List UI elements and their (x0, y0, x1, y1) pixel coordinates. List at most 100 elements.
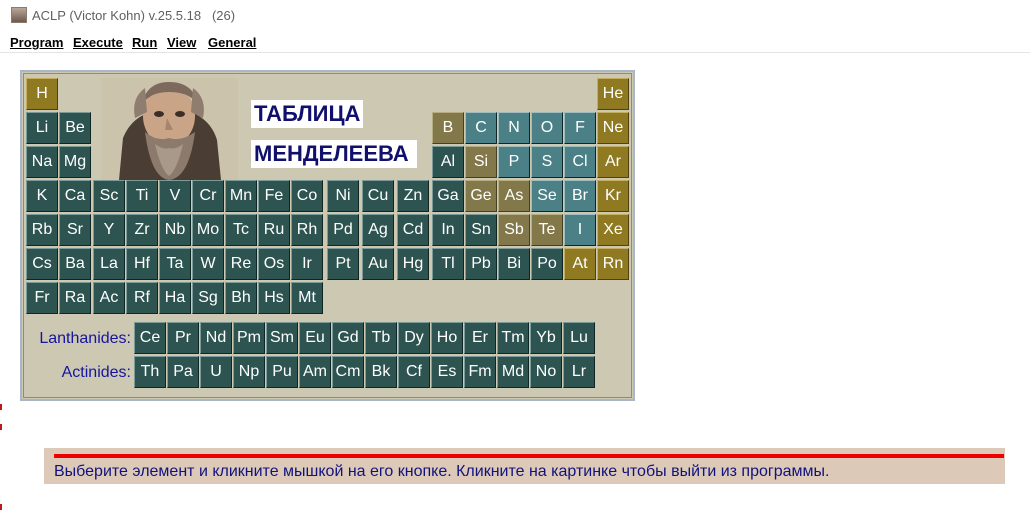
element-button-br[interactable]: Br (564, 180, 596, 212)
element-button-be[interactable]: Be (59, 112, 91, 144)
element-button-ag[interactable]: Ag (362, 214, 394, 246)
element-button-re[interactable]: Re (225, 248, 257, 280)
element-button-ga[interactable]: Ga (432, 180, 464, 212)
element-button-pr[interactable]: Pr (167, 322, 199, 354)
element-button-he[interactable]: He (597, 78, 629, 110)
element-button-nb[interactable]: Nb (159, 214, 191, 246)
element-button-ca[interactable]: Ca (59, 180, 91, 212)
element-button-rb[interactable]: Rb (26, 214, 58, 246)
element-button-hg[interactable]: Hg (397, 248, 429, 280)
element-button-at[interactable]: At (564, 248, 596, 280)
element-button-n[interactable]: N (498, 112, 530, 144)
element-button-cf[interactable]: Cf (398, 356, 430, 388)
element-button-rh[interactable]: Rh (291, 214, 323, 246)
element-button-er[interactable]: Er (464, 322, 496, 354)
element-button-mn[interactable]: Mn (225, 180, 257, 212)
element-button-ni[interactable]: Ni (327, 180, 359, 212)
menu-run[interactable]: Run (132, 35, 157, 50)
element-button-yb[interactable]: Yb (530, 322, 562, 354)
element-button-tm[interactable]: Tm (497, 322, 529, 354)
element-button-in[interactable]: In (432, 214, 464, 246)
element-button-al[interactable]: Al (432, 146, 464, 178)
element-button-cs[interactable]: Cs (26, 248, 58, 280)
element-button-zr[interactable]: Zr (126, 214, 158, 246)
element-button-pd[interactable]: Pd (327, 214, 359, 246)
element-button-k[interactable]: K (26, 180, 58, 212)
element-button-c[interactable]: C (465, 112, 497, 144)
element-button-i[interactable]: I (564, 214, 596, 246)
element-button-pt[interactable]: Pt (327, 248, 359, 280)
element-button-os[interactable]: Os (258, 248, 290, 280)
element-button-li[interactable]: Li (26, 112, 58, 144)
element-button-cl[interactable]: Cl (564, 146, 596, 178)
element-button-pa[interactable]: Pa (167, 356, 199, 388)
menu-execute[interactable]: Execute (73, 35, 123, 50)
element-button-ac[interactable]: Ac (93, 282, 125, 314)
element-button-xe[interactable]: Xe (597, 214, 629, 246)
element-button-fr[interactable]: Fr (26, 282, 58, 314)
element-button-ba[interactable]: Ba (59, 248, 91, 280)
element-button-s[interactable]: S (531, 146, 563, 178)
element-button-w[interactable]: W (192, 248, 224, 280)
element-button-si[interactable]: Si (465, 146, 497, 178)
element-button-ce[interactable]: Ce (134, 322, 166, 354)
element-button-as[interactable]: As (498, 180, 530, 212)
element-button-rf[interactable]: Rf (126, 282, 158, 314)
element-button-es[interactable]: Es (431, 356, 463, 388)
element-button-ar[interactable]: Ar (597, 146, 629, 178)
element-button-co[interactable]: Co (291, 180, 323, 212)
element-button-cd[interactable]: Cd (397, 214, 429, 246)
element-button-y[interactable]: Y (93, 214, 125, 246)
element-button-sm[interactable]: Sm (266, 322, 298, 354)
element-button-sn[interactable]: Sn (465, 214, 497, 246)
mendeleev-portrait[interactable] (101, 78, 238, 180)
element-button-u[interactable]: U (200, 356, 232, 388)
element-button-no[interactable]: No (530, 356, 562, 388)
element-button-po[interactable]: Po (531, 248, 563, 280)
element-button-kr[interactable]: Kr (597, 180, 629, 212)
element-button-h[interactable]: H (26, 78, 58, 110)
element-button-ra[interactable]: Ra (59, 282, 91, 314)
element-button-sb[interactable]: Sb (498, 214, 530, 246)
element-button-pb[interactable]: Pb (465, 248, 497, 280)
element-button-ne[interactable]: Ne (597, 112, 629, 144)
element-button-o[interactable]: O (531, 112, 563, 144)
element-button-tl[interactable]: Tl (432, 248, 464, 280)
element-button-dy[interactable]: Dy (398, 322, 430, 354)
element-button-au[interactable]: Au (362, 248, 394, 280)
menu-program[interactable]: Program (10, 35, 63, 50)
element-button-cr[interactable]: Cr (192, 180, 224, 212)
menu-view[interactable]: View (167, 35, 196, 50)
element-button-cm[interactable]: Cm (332, 356, 364, 388)
element-button-te[interactable]: Te (531, 214, 563, 246)
element-button-mo[interactable]: Mo (192, 214, 224, 246)
element-button-eu[interactable]: Eu (299, 322, 331, 354)
element-button-th[interactable]: Th (134, 356, 166, 388)
element-button-lu[interactable]: Lu (563, 322, 595, 354)
element-button-ho[interactable]: Ho (431, 322, 463, 354)
element-button-la[interactable]: La (93, 248, 125, 280)
element-button-rn[interactable]: Rn (597, 248, 629, 280)
element-button-gd[interactable]: Gd (332, 322, 364, 354)
element-button-b[interactable]: B (432, 112, 464, 144)
element-button-lr[interactable]: Lr (563, 356, 595, 388)
element-button-mg[interactable]: Mg (59, 146, 91, 178)
menu-general[interactable]: General (208, 35, 256, 50)
element-button-ha[interactable]: Ha (159, 282, 191, 314)
element-button-np[interactable]: Np (233, 356, 265, 388)
element-button-ta[interactable]: Ta (159, 248, 191, 280)
element-button-tc[interactable]: Tc (225, 214, 257, 246)
element-button-zn[interactable]: Zn (397, 180, 429, 212)
element-button-fm[interactable]: Fm (464, 356, 496, 388)
element-button-p[interactable]: P (498, 146, 530, 178)
element-button-ge[interactable]: Ge (465, 180, 497, 212)
element-button-se[interactable]: Se (531, 180, 563, 212)
element-button-fe[interactable]: Fe (258, 180, 290, 212)
element-button-cu[interactable]: Cu (362, 180, 394, 212)
element-button-bk[interactable]: Bk (365, 356, 397, 388)
element-button-tb[interactable]: Tb (365, 322, 397, 354)
element-button-bh[interactable]: Bh (225, 282, 257, 314)
element-button-hs[interactable]: Hs (258, 282, 290, 314)
element-button-sc[interactable]: Sc (93, 180, 125, 212)
element-button-sr[interactable]: Sr (59, 214, 91, 246)
